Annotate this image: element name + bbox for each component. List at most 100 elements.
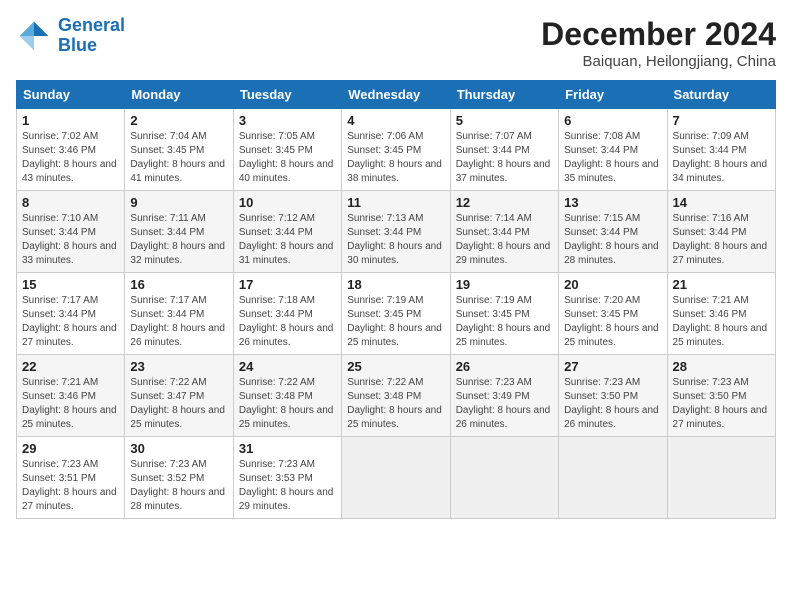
calendar-cell: 23 Sunrise: 7:22 AMSunset: 3:47 PMDayligh… <box>125 355 233 437</box>
calendar-cell: 3Sunrise: 7:05 AMSunset: 3:45 PMDaylight… <box>233 109 341 191</box>
day-info: Sunrise: 7:23 AMSunset: 3:51 PMDaylight:… <box>22 458 119 514</box>
calendar-cell: 2 Sunrise: 7:04 AMSunset: 3:45 PMDaylight… <box>125 109 233 191</box>
day-info: Sunrise: 7:04 AMSunset: 3:45 PMDaylight:… <box>130 130 227 186</box>
logo-icon <box>16 18 52 54</box>
day-number: 20 <box>564 277 661 292</box>
title-block: December 2024 Baiquan, Heilongjiang, Chi… <box>541 16 776 70</box>
calendar-cell: 10Sunrise: 7:12 AMSunset: 3:44 PMDayligh… <box>233 191 341 273</box>
weekday-header-tuesday: Tuesday <box>233 81 341 109</box>
month-title: December 2024 <box>541 16 776 53</box>
day-number: 21 <box>673 277 770 292</box>
day-number: 5 <box>456 113 553 128</box>
calendar-cell: 18 Sunrise: 7:19 AMSunset: 3:45 PMDayligh… <box>342 273 450 355</box>
calendar-cell: 25 Sunrise: 7:22 AMSunset: 3:48 PMDayligh… <box>342 355 450 437</box>
day-number: 22 <box>22 359 119 374</box>
day-info: Sunrise: 7:22 AMSunset: 3:48 PMDaylight:… <box>347 376 444 432</box>
calendar-cell: 28Sunrise: 7:23 AMSunset: 3:50 PMDayligh… <box>667 355 775 437</box>
day-number: 17 <box>239 277 336 292</box>
day-info: Sunrise: 7:11 AMSunset: 3:44 PMDaylight:… <box>130 212 227 268</box>
location: Baiquan, Heilongjiang, China <box>541 53 776 70</box>
day-number: 31 <box>239 441 336 456</box>
calendar-cell: 17 Sunrise: 7:18 AMSunset: 3:44 PMDayligh… <box>233 273 341 355</box>
page-header: General Blue December 2024 Baiquan, Heil… <box>16 16 776 70</box>
day-number: 10 <box>239 195 336 210</box>
day-info: Sunrise: 7:02 AMSunset: 3:46 PMDaylight:… <box>22 130 119 186</box>
day-info: Sunrise: 7:23 AMSunset: 3:52 PMDaylight:… <box>130 458 227 514</box>
logo: General Blue <box>16 16 125 56</box>
weekday-header-monday: Monday <box>125 81 233 109</box>
calendar-cell: 9 Sunrise: 7:11 AMSunset: 3:44 PMDaylight… <box>125 191 233 273</box>
calendar-cell: 1 Sunrise: 7:02 AMSunset: 3:46 PMDaylight… <box>17 109 125 191</box>
calendar-week-3: 15 Sunrise: 7:17 AMSunset: 3:44 PMDayligh… <box>17 273 776 355</box>
calendar-cell: 13 Sunrise: 7:15 AMSunset: 3:44 PMDayligh… <box>559 191 667 273</box>
calendar-cell: 26 Sunrise: 7:23 AMSunset: 3:49 PMDayligh… <box>450 355 558 437</box>
calendar-cell <box>450 437 558 519</box>
day-info: Sunrise: 7:20 AMSunset: 3:45 PMDaylight:… <box>564 294 661 350</box>
logo-line1: General <box>58 15 125 35</box>
day-info: Sunrise: 7:15 AMSunset: 3:44 PMDaylight:… <box>564 212 661 268</box>
calendar-cell: 20 Sunrise: 7:20 AMSunset: 3:45 PMDayligh… <box>559 273 667 355</box>
day-info: Sunrise: 7:08 AMSunset: 3:44 PMDaylight:… <box>564 130 661 186</box>
day-number: 6 <box>564 113 661 128</box>
calendar-cell: 30 Sunrise: 7:23 AMSunset: 3:52 PMDayligh… <box>125 437 233 519</box>
day-number: 2 <box>130 113 227 128</box>
day-info: Sunrise: 7:23 AMSunset: 3:50 PMDaylight:… <box>564 376 661 432</box>
calendar-week-2: 8 Sunrise: 7:10 AMSunset: 3:44 PMDaylight… <box>17 191 776 273</box>
day-info: Sunrise: 7:22 AMSunset: 3:48 PMDaylight:… <box>239 376 336 432</box>
day-info: Sunrise: 7:14 AMSunset: 3:44 PMDaylight:… <box>456 212 553 268</box>
calendar-cell: 29Sunrise: 7:23 AMSunset: 3:51 PMDayligh… <box>17 437 125 519</box>
calendar-cell: 5Sunrise: 7:07 AMSunset: 3:44 PMDaylight… <box>450 109 558 191</box>
weekday-header-sunday: Sunday <box>17 81 125 109</box>
day-number: 16 <box>130 277 227 292</box>
day-number: 18 <box>347 277 444 292</box>
day-number: 1 <box>22 113 119 128</box>
weekday-header-saturday: Saturday <box>667 81 775 109</box>
calendar-cell: 6 Sunrise: 7:08 AMSunset: 3:44 PMDaylight… <box>559 109 667 191</box>
day-number: 12 <box>456 195 553 210</box>
calendar-cell: 21 Sunrise: 7:21 AMSunset: 3:46 PMDayligh… <box>667 273 775 355</box>
day-number: 11 <box>347 195 444 210</box>
weekday-header-thursday: Thursday <box>450 81 558 109</box>
day-number: 7 <box>673 113 770 128</box>
day-info: Sunrise: 7:21 AMSunset: 3:46 PMDaylight:… <box>22 376 119 432</box>
day-number: 13 <box>564 195 661 210</box>
calendar-cell: 27 Sunrise: 7:23 AMSunset: 3:50 PMDayligh… <box>559 355 667 437</box>
calendar-cell: 14Sunrise: 7:16 AMSunset: 3:44 PMDayligh… <box>667 191 775 273</box>
day-info: Sunrise: 7:23 AMSunset: 3:49 PMDaylight:… <box>456 376 553 432</box>
day-number: 8 <box>22 195 119 210</box>
day-number: 9 <box>130 195 227 210</box>
calendar-week-4: 22 Sunrise: 7:21 AMSunset: 3:46 PMDayligh… <box>17 355 776 437</box>
calendar-cell <box>342 437 450 519</box>
day-info: Sunrise: 7:10 AMSunset: 3:44 PMDaylight:… <box>22 212 119 268</box>
calendar-cell: 7Sunrise: 7:09 AMSunset: 3:44 PMDaylight… <box>667 109 775 191</box>
day-info: Sunrise: 7:22 AMSunset: 3:47 PMDaylight:… <box>130 376 227 432</box>
calendar-cell: 8 Sunrise: 7:10 AMSunset: 3:44 PMDaylight… <box>17 191 125 273</box>
day-info: Sunrise: 7:18 AMSunset: 3:44 PMDaylight:… <box>239 294 336 350</box>
day-info: Sunrise: 7:21 AMSunset: 3:46 PMDaylight:… <box>673 294 770 350</box>
day-number: 19 <box>456 277 553 292</box>
logo-text: General Blue <box>58 16 125 56</box>
calendar-cell: 19Sunrise: 7:19 AMSunset: 3:45 PMDayligh… <box>450 273 558 355</box>
day-number: 24 <box>239 359 336 374</box>
calendar-week-1: 1 Sunrise: 7:02 AMSunset: 3:46 PMDaylight… <box>17 109 776 191</box>
calendar-cell: 16Sunrise: 7:17 AMSunset: 3:44 PMDayligh… <box>125 273 233 355</box>
day-info: Sunrise: 7:16 AMSunset: 3:44 PMDaylight:… <box>673 212 770 268</box>
day-number: 27 <box>564 359 661 374</box>
day-info: Sunrise: 7:23 AMSunset: 3:50 PMDaylight:… <box>673 376 770 432</box>
calendar-cell: 15 Sunrise: 7:17 AMSunset: 3:44 PMDayligh… <box>17 273 125 355</box>
day-info: Sunrise: 7:17 AMSunset: 3:44 PMDaylight:… <box>22 294 119 350</box>
day-number: 26 <box>456 359 553 374</box>
day-info: Sunrise: 7:19 AMSunset: 3:45 PMDaylight:… <box>347 294 444 350</box>
day-number: 23 <box>130 359 227 374</box>
calendar-cell: 31 Sunrise: 7:23 AMSunset: 3:53 PMDayligh… <box>233 437 341 519</box>
day-number: 25 <box>347 359 444 374</box>
calendar-cell: 11Sunrise: 7:13 AMSunset: 3:44 PMDayligh… <box>342 191 450 273</box>
day-info: Sunrise: 7:23 AMSunset: 3:53 PMDaylight:… <box>239 458 336 514</box>
day-number: 30 <box>130 441 227 456</box>
weekday-header-row: SundayMondayTuesdayWednesdayThursdayFrid… <box>17 81 776 109</box>
day-number: 15 <box>22 277 119 292</box>
calendar-week-5: 29Sunrise: 7:23 AMSunset: 3:51 PMDayligh… <box>17 437 776 519</box>
calendar-cell: 12 Sunrise: 7:14 AMSunset: 3:44 PMDayligh… <box>450 191 558 273</box>
calendar-cell: 4Sunrise: 7:06 AMSunset: 3:45 PMDaylight… <box>342 109 450 191</box>
day-info: Sunrise: 7:05 AMSunset: 3:45 PMDaylight:… <box>239 130 336 186</box>
